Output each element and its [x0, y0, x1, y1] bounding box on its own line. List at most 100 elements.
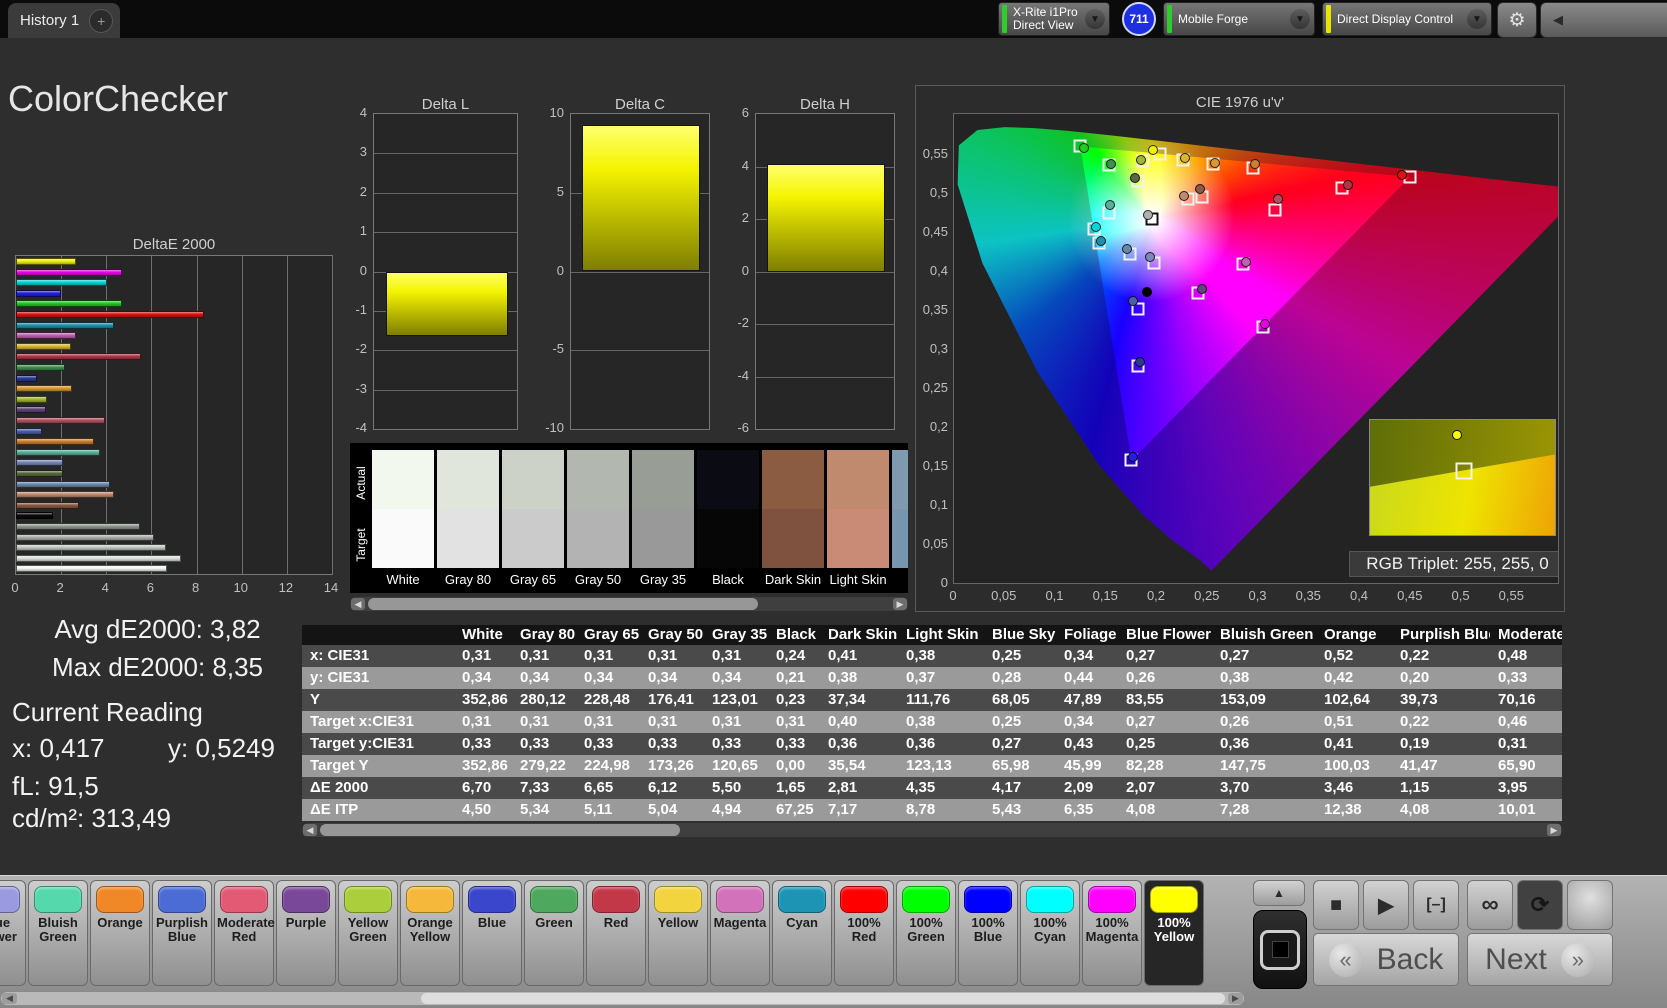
scroll-left-icon[interactable]: ◀: [303, 824, 317, 836]
table-cell: 279,22: [512, 755, 576, 777]
delta-chart-y-tick: 5: [530, 184, 564, 199]
patch-button-label: Blue: [463, 916, 521, 930]
back-button[interactable]: « Back: [1313, 933, 1459, 986]
meter-line1: Direct Display Control: [1337, 13, 1463, 26]
patch-button-moderate-red[interactable]: Moderate Red: [214, 880, 274, 986]
meter-status-indicator: [1167, 5, 1172, 33]
meter-status-indicator: [1002, 5, 1007, 33]
table-cell: 102,64: [1316, 689, 1392, 711]
cie-y-tick: 0,05: [916, 536, 948, 551]
table-header-cell: Gray 80: [512, 625, 576, 645]
patch-color-chip: [468, 886, 516, 913]
table-cell: 0,20: [1392, 667, 1490, 689]
delta-chart-y-tick: -3: [333, 381, 367, 396]
gridline: [756, 377, 894, 378]
patch-button-100-red[interactable]: 100% Red: [834, 880, 894, 986]
patch-color-chip: [406, 886, 454, 913]
cie-y-tick: 0,2: [916, 419, 948, 434]
delta-chart-plot: [570, 113, 710, 430]
table-header-cell: Dark Skin: [820, 625, 898, 645]
swatch-scrollbar[interactable]: ◀ ▶: [350, 597, 908, 611]
meter-dropdown-i1pro[interactable]: X-Rite i1Pro 3 Direct View ▼: [998, 2, 1110, 36]
pattern-scrollbar-thumb[interactable]: [421, 993, 1225, 1004]
meter-badge[interactable]: 711: [1122, 2, 1156, 36]
patch-button-blue-flower[interactable]: Blue Flower: [0, 880, 26, 986]
patch-button-100-yellow[interactable]: 100% Yellow: [1144, 880, 1204, 986]
patch-button-yellow-green[interactable]: Yellow Green: [338, 880, 398, 986]
pattern-bar-scrollbar[interactable]: ◀ ▶: [0, 991, 1245, 1006]
cie-y-tick: 0,4: [916, 263, 948, 278]
table-cell: 0,34: [512, 667, 576, 689]
table-cell: 0,38: [898, 645, 984, 667]
delta-chart-y-tick: 0: [530, 263, 564, 278]
patch-color-chip: [344, 886, 392, 913]
patch-button-cyan[interactable]: Cyan: [772, 880, 832, 986]
loop-button[interactable]: ∞: [1467, 880, 1513, 930]
pattern-size-button[interactable]: [–]: [1413, 880, 1459, 930]
gear-icon[interactable]: ⚙: [1497, 2, 1537, 38]
patch-button-bluish-green[interactable]: Bluish Green: [28, 880, 88, 986]
table-header-cell: Orange: [1316, 625, 1392, 645]
patch-button-purple[interactable]: Purple: [276, 880, 336, 986]
table-cell: 123,13: [898, 755, 984, 777]
blank-button[interactable]: [1567, 880, 1613, 930]
chevron-down-icon[interactable]: ▼: [1467, 9, 1487, 29]
meter-dropdown-mobile-forge[interactable]: Mobile Forge ▼: [1163, 2, 1315, 36]
scroll-right-icon[interactable]: ▶: [893, 598, 907, 610]
table-cell: 173,26: [640, 755, 704, 777]
patch-button-100-green[interactable]: 100% Green: [896, 880, 956, 986]
patch-button-100-cyan[interactable]: 100% Cyan: [1020, 880, 1080, 986]
patch-button-purplish-blue[interactable]: Purplish Blue: [152, 880, 212, 986]
table-cell: 41,47: [1392, 755, 1490, 777]
next-button[interactable]: Next »: [1467, 933, 1613, 986]
history-tab[interactable]: History 1 +: [8, 3, 120, 38]
cie-chromaticity-plot: RGB Triplet: 255, 255, 0: [953, 113, 1559, 584]
cie-measured-dot: [1210, 158, 1220, 168]
play-button[interactable]: ▶: [1363, 880, 1409, 930]
table-header-cell: White: [454, 625, 512, 645]
patch-button-red[interactable]: Red: [586, 880, 646, 986]
patch-button-blue[interactable]: Blue: [462, 880, 522, 986]
scroll-left-icon[interactable]: ◀: [2, 993, 17, 1004]
refresh-button[interactable]: ⟳: [1517, 880, 1563, 930]
chevron-down-icon[interactable]: ▼: [1085, 9, 1105, 29]
table-cell: 4,50: [454, 799, 512, 821]
table-cell: 0,34: [1056, 645, 1118, 667]
scroll-right-icon[interactable]: ▶: [1228, 993, 1243, 1004]
gridline: [374, 232, 517, 233]
table-scrollbar-thumb[interactable]: [320, 824, 680, 836]
patch-button-label: Red: [587, 916, 645, 930]
scroll-left-icon[interactable]: ◀: [351, 598, 365, 610]
patch-button-orange-yellow[interactable]: Orange Yellow: [400, 880, 460, 986]
patch-button-100-blue[interactable]: 100% Blue: [958, 880, 1018, 986]
table-cell: 0,25: [984, 645, 1056, 667]
cie-measured-dot: [1145, 252, 1155, 262]
patch-button-100-magenta[interactable]: 100% Magenta: [1082, 880, 1142, 986]
chevron-down-icon[interactable]: ▼: [1290, 9, 1310, 29]
table-cell: 0,27: [1118, 711, 1212, 733]
table-cell: 176,41: [640, 689, 704, 711]
meter-dropdown-display-control[interactable]: Direct Display Control ▼: [1322, 2, 1492, 36]
de2000-bar: [16, 470, 63, 477]
patch-button-green[interactable]: Green: [524, 880, 584, 986]
stop-button[interactable]: ■: [1313, 880, 1359, 930]
table-cell: 3,46: [1316, 777, 1392, 799]
scroll-right-icon[interactable]: ▶: [1547, 824, 1561, 836]
gridline: [287, 256, 288, 574]
cie-y-tick: 0,15: [916, 458, 948, 473]
pattern-bar: Blue FlowerBluish GreenOrangePurplish Bl…: [0, 875, 1667, 1008]
patch-button-orange[interactable]: Orange: [90, 880, 150, 986]
collapse-panel-button[interactable]: ◀: [1540, 2, 1667, 38]
patch-button-magenta[interactable]: Magenta: [710, 880, 770, 986]
add-tab-button[interactable]: +: [89, 9, 113, 33]
table-scrollbar[interactable]: ◀ ▶: [302, 823, 1562, 837]
swatch-scrollbar-thumb[interactable]: [368, 598, 758, 610]
pattern-list-up-button[interactable]: ▲: [1253, 880, 1305, 906]
patch-color-chip: [840, 886, 888, 913]
pattern-window-button[interactable]: [1253, 910, 1307, 989]
cie-y-tick: 0,55: [916, 146, 948, 161]
gridline: [151, 256, 152, 574]
patch-button-yellow[interactable]: Yellow: [648, 880, 708, 986]
patch-color-chip: [158, 886, 206, 913]
cie-x-tick: 0,25: [1185, 588, 1229, 603]
